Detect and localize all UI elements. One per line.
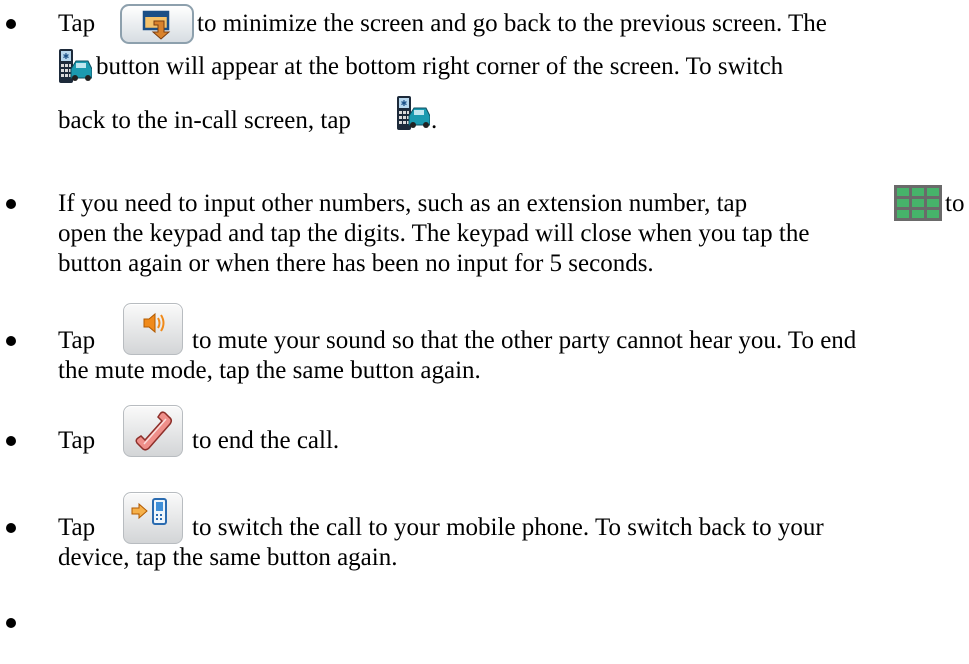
text-fragment: to end the call.	[192, 427, 340, 454]
text-line: device, tap the same button again.	[58, 543, 397, 573]
bullet-dot	[6, 19, 16, 29]
phone-car-icon: ✱	[58, 47, 93, 85]
text-fragment: Tap	[58, 514, 96, 541]
minimize-screen-icon	[120, 4, 194, 44]
text-line: to	[945, 189, 964, 219]
text-fragment: button again or when there has been no i…	[58, 250, 654, 277]
text-fragment: to minimize the screen and go back to th…	[197, 10, 827, 37]
text-fragment: Tap	[58, 327, 96, 354]
text-line: button will appear at the bottom right c…	[96, 52, 783, 82]
text-fragment: device, tap the same button again.	[58, 544, 398, 571]
text-fragment: Tap	[58, 427, 96, 454]
text-fragment: to switch the call to your mobile phone.…	[192, 514, 824, 541]
text-fragment: back to the in-call screen, tap	[58, 107, 351, 134]
text-fragment: open the keypad and tap the digits. The …	[58, 220, 810, 247]
text-line: to end the call.	[192, 426, 339, 456]
bullet-dot	[6, 618, 16, 628]
text-line: .	[431, 106, 437, 136]
text-line: Tap	[58, 326, 95, 356]
text-line: Tap	[58, 426, 95, 456]
text-line: back to the in-call screen, tap	[58, 106, 351, 136]
text-line: to switch the call to your mobile phone.…	[192, 513, 824, 543]
text-line: button again or when there has been no i…	[58, 249, 654, 279]
svg-text:✱: ✱	[63, 52, 70, 61]
text-line: If you need to input other numbers, such…	[58, 189, 747, 219]
text-line: to mute your sound so that the other par…	[192, 326, 856, 356]
end-call-handset-icon	[123, 405, 183, 457]
text-line: the mute mode, tap the same button again…	[58, 356, 481, 386]
bullet-dot	[6, 336, 16, 346]
text-line: open the keypad and tap the digits. The …	[58, 219, 809, 249]
text-fragment: to mute your sound so that the other par…	[192, 327, 857, 354]
text-fragment: .	[431, 107, 438, 134]
bullet-dot	[6, 523, 16, 533]
text-line: Tap	[58, 9, 95, 39]
text-fragment: button will appear at the bottom right c…	[96, 53, 784, 80]
bullet-dot	[6, 199, 16, 209]
text-line: Tap	[58, 513, 95, 543]
text-fragment: to	[945, 190, 965, 217]
text-line: to minimize the screen and go back to th…	[197, 9, 827, 39]
text-fragment: the mute mode, tap the same button again…	[58, 357, 481, 384]
mute-speaker-icon	[123, 303, 183, 355]
text-fragment: If you need to input other numbers, such…	[58, 190, 748, 217]
text-fragment: Tap	[58, 10, 96, 37]
switch-to-mobile-icon	[123, 492, 183, 544]
keypad-grid-icon	[894, 185, 942, 221]
svg-text:✱: ✱	[401, 99, 408, 108]
phone-car-icon: ✱	[396, 94, 431, 132]
bullet-dot	[6, 436, 16, 446]
